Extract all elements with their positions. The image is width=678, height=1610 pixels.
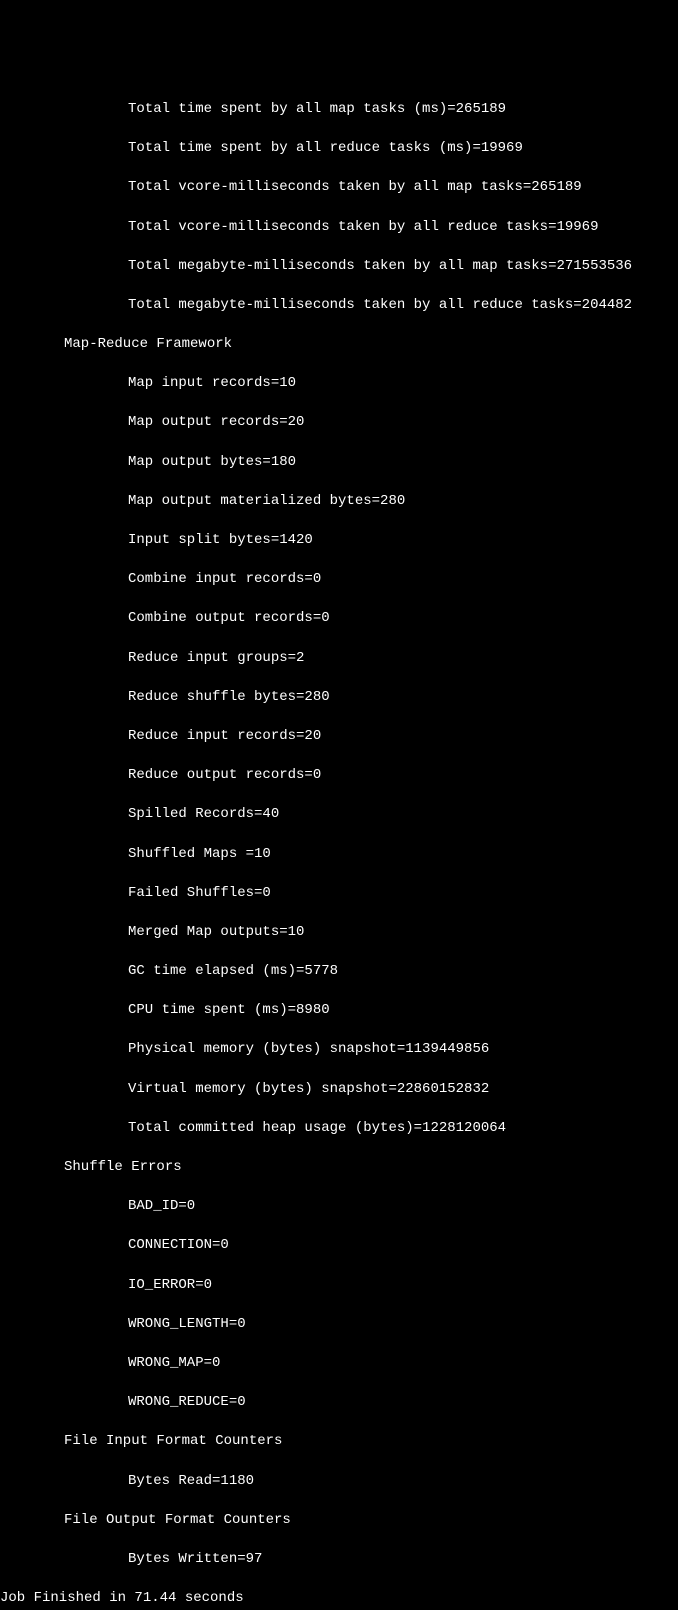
counter-line: Total time spent by all map tasks (ms)=2… (0, 100, 678, 120)
counter-line: WRONG_MAP=0 (0, 1354, 678, 1374)
section-header: File Output Format Counters (0, 1511, 678, 1531)
counter-line: Combine output records=0 (0, 609, 678, 629)
counter-line: WRONG_REDUCE=0 (0, 1393, 678, 1413)
counter-line: Map output bytes=180 (0, 453, 678, 473)
counter-line: Map input records=10 (0, 374, 678, 394)
counter-line: Reduce shuffle bytes=280 (0, 688, 678, 708)
counter-line: Total megabyte-milliseconds taken by all… (0, 257, 678, 277)
section-header: Shuffle Errors (0, 1158, 678, 1178)
counter-line: Map output materialized bytes=280 (0, 492, 678, 512)
counter-line: Total time spent by all reduce tasks (ms… (0, 139, 678, 159)
section-header: File Input Format Counters (0, 1432, 678, 1452)
counter-line: IO_ERROR=0 (0, 1276, 678, 1296)
counter-line: Map output records=20 (0, 413, 678, 433)
counter-line: Input split bytes=1420 (0, 531, 678, 551)
result-line: Job Finished in 71.44 seconds (0, 1589, 678, 1609)
counter-line: Reduce input records=20 (0, 727, 678, 747)
counter-line: Reduce output records=0 (0, 766, 678, 786)
counter-line: CONNECTION=0 (0, 1236, 678, 1256)
counter-line: Total committed heap usage (bytes)=12281… (0, 1119, 678, 1139)
counter-line: Total vcore-milliseconds taken by all ma… (0, 178, 678, 198)
counter-line: Combine input records=0 (0, 570, 678, 590)
counter-line: Reduce input groups=2 (0, 649, 678, 669)
counter-line: Failed Shuffles=0 (0, 884, 678, 904)
counter-line: GC time elapsed (ms)=5778 (0, 962, 678, 982)
counter-line: Total vcore-milliseconds taken by all re… (0, 218, 678, 238)
terminal-output[interactable]: Total time spent by all map tasks (ms)=2… (0, 80, 678, 1610)
counter-line: Bytes Written=97 (0, 1550, 678, 1570)
counter-line: BAD_ID=0 (0, 1197, 678, 1217)
counter-line: CPU time spent (ms)=8980 (0, 1001, 678, 1021)
counter-line: Shuffled Maps =10 (0, 845, 678, 865)
counter-line: Spilled Records=40 (0, 805, 678, 825)
counter-line: Merged Map outputs=10 (0, 923, 678, 943)
counter-line: Physical memory (bytes) snapshot=1139449… (0, 1040, 678, 1060)
counter-line: Virtual memory (bytes) snapshot=22860152… (0, 1080, 678, 1100)
section-header: Map-Reduce Framework (0, 335, 678, 355)
counter-line: WRONG_LENGTH=0 (0, 1315, 678, 1335)
counter-line: Bytes Read=1180 (0, 1472, 678, 1492)
counter-line: Total megabyte-milliseconds taken by all… (0, 296, 678, 316)
